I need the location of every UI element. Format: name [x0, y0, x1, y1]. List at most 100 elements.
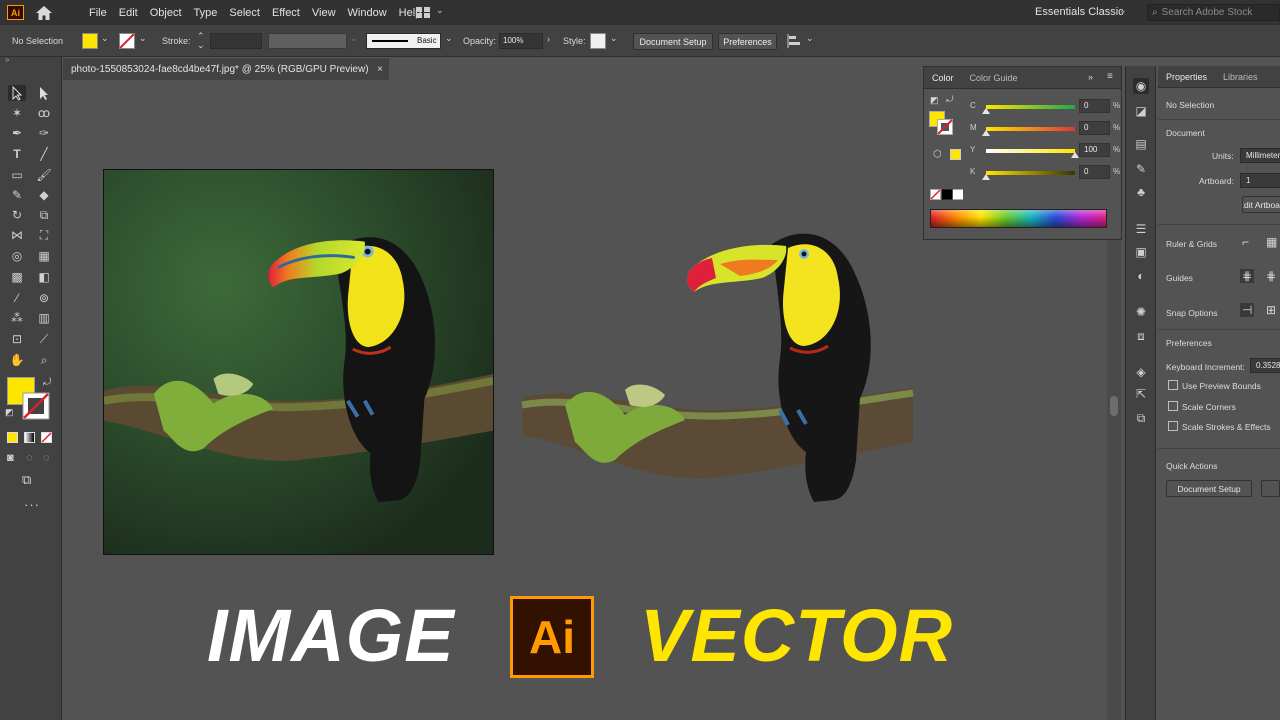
draw-normal-icon[interactable]: ◙	[7, 452, 14, 464]
none-mode-icon[interactable]	[41, 432, 52, 443]
menu-object[interactable]: Object	[150, 7, 182, 19]
free-transform-icon[interactable]: ⛶	[35, 227, 53, 243]
channel-value[interactable]: 0	[1079, 165, 1110, 179]
document-tab[interactable]: photo-1550853024-fae8cd4be47f.jpg* @ 25%…	[63, 57, 389, 80]
stroke-none-swatch[interactable]	[119, 33, 135, 49]
fill-swatch[interactable]	[82, 33, 98, 49]
screen-mode-icon[interactable]: ⧉	[22, 472, 31, 488]
draw-inside-icon[interactable]: ◌	[43, 452, 50, 464]
slider-thumb[interactable]	[982, 130, 990, 136]
layers-icon[interactable]: ◈	[1133, 364, 1149, 380]
document-setup-button[interactable]: Document Setup	[1166, 480, 1252, 497]
rectangle-tool-icon[interactable]: ▭	[8, 167, 26, 183]
channel-value[interactable]: 0	[1079, 121, 1110, 135]
menu-edit[interactable]: Edit	[119, 7, 138, 19]
menu-type[interactable]: Type	[194, 7, 218, 19]
gradient-icon[interactable]: ▣	[1133, 244, 1149, 260]
channel-value[interactable]: 0	[1079, 99, 1110, 113]
stepper-icon[interactable]: ⌃ ⌄	[197, 32, 205, 50]
slider-thumb[interactable]	[982, 108, 990, 114]
tab-libraries[interactable]: Libraries	[1215, 72, 1266, 82]
toucan-vector[interactable]	[520, 230, 920, 520]
brushes-icon[interactable]: ✎	[1133, 161, 1149, 177]
color-spectrum[interactable]	[930, 209, 1107, 228]
graphic-styles-icon[interactable]: ◪	[1133, 103, 1149, 119]
default-colors-icon[interactable]: ◩	[5, 407, 14, 418]
variable-width-profile[interactable]	[268, 33, 347, 49]
color-mode-icon[interactable]	[7, 432, 18, 443]
direct-selection-tool-icon[interactable]	[35, 85, 53, 101]
chevron-down-icon[interactable]: ⌄	[806, 33, 814, 44]
graphic-style-swatch[interactable]	[590, 33, 606, 49]
slider-thumb[interactable]	[982, 174, 990, 180]
units-select[interactable]: Millimeters	[1240, 148, 1280, 163]
stroke-weight-field[interactable]	[210, 33, 262, 49]
menu-file[interactable]: File	[89, 7, 107, 19]
menu-effect[interactable]: Effect	[272, 7, 300, 19]
align-icon[interactable]	[787, 33, 803, 49]
export-icon[interactable]: ⇱	[1133, 386, 1149, 402]
slider-track[interactable]	[986, 127, 1075, 131]
blend-tool-icon[interactable]: ⊚	[35, 290, 53, 306]
scale-strokes-checkbox[interactable]	[1168, 421, 1178, 431]
stroke-swatch[interactable]	[937, 119, 953, 135]
quick-swatches[interactable]	[930, 189, 964, 200]
snap-to-pixel-icon[interactable]: ⊞	[1266, 303, 1276, 317]
magic-wand-icon[interactable]: ✶	[8, 105, 26, 121]
symbol-sprayer-icon[interactable]: ⁂	[8, 310, 26, 326]
snap-to-point-icon[interactable]: ⊣	[1240, 303, 1255, 317]
rotate-tool-icon[interactable]: ↻	[8, 207, 26, 223]
stroke-icon[interactable]: ☰	[1133, 221, 1149, 237]
yellow-slider[interactable]: Y 100 %	[970, 143, 1120, 159]
slider-track[interactable]	[986, 171, 1075, 175]
guides-icon[interactable]: ⋕	[1240, 269, 1255, 283]
menu-window[interactable]: Window	[348, 7, 387, 19]
document-setup-button[interactable]: Document Setup	[633, 33, 713, 50]
preferences-button[interactable]: Preferences	[718, 33, 777, 50]
transparency-icon[interactable]: ◐	[1133, 268, 1149, 284]
scale-tool-icon[interactable]: ⧉	[35, 207, 53, 223]
artboard-select[interactable]: 1	[1240, 173, 1280, 188]
workspace-switcher[interactable]: Essentials Classic	[1035, 6, 1124, 18]
arrange-documents-icon[interactable]	[415, 6, 431, 19]
chevron-down-icon[interactable]: ⌄	[610, 33, 618, 44]
chevron-down-icon[interactable]: ⌄	[445, 33, 453, 44]
eraser-icon[interactable]: ◆	[35, 187, 53, 203]
chevron-down-icon[interactable]: ⌄	[139, 33, 147, 44]
zoom-tool-icon[interactable]: ⌕	[35, 352, 53, 368]
close-icon[interactable]: ×	[377, 64, 383, 75]
home-icon[interactable]	[35, 5, 53, 21]
slider-thumb[interactable]	[1071, 152, 1079, 158]
panel-menu-icon[interactable]: ≡	[1107, 71, 1113, 82]
selection-tool-icon[interactable]	[8, 85, 26, 101]
grid-icon[interactable]: ▦	[1266, 235, 1277, 249]
magenta-slider[interactable]: M 0 %	[970, 121, 1120, 137]
use-preview-bounds-checkbox[interactable]	[1168, 380, 1178, 390]
smart-guides-icon[interactable]: ⋕	[1266, 269, 1276, 283]
tab-color-guide[interactable]: Color Guide	[962, 73, 1026, 83]
stroke-color-icon[interactable]	[22, 392, 50, 420]
scale-corners-checkbox[interactable]	[1168, 401, 1178, 411]
last-color-swatch[interactable]	[950, 149, 961, 160]
artboard-tool-icon[interactable]: ⊡	[8, 331, 26, 347]
eyedropper-icon[interactable]: ⁄	[8, 290, 26, 306]
scrollbar-thumb[interactable]	[1110, 396, 1118, 416]
slice-tool-icon[interactable]: ⟋	[35, 331, 53, 347]
brush-definition[interactable]: Basic	[366, 33, 441, 49]
swap-fill-stroke-icon[interactable]: ⤾	[946, 94, 954, 105]
lasso-icon[interactable]: ꝏ	[35, 105, 53, 121]
cyan-slider[interactable]: C 0 %	[970, 99, 1120, 115]
toucan-photo[interactable]	[103, 169, 494, 555]
color-panel-icon[interactable]: ✺	[1133, 304, 1149, 320]
image-trace-icon[interactable]: ⧈	[1133, 328, 1149, 344]
draw-behind-icon[interactable]: ◌	[26, 452, 33, 464]
more-tools-icon[interactable]: ···	[24, 497, 40, 512]
mesh-tool-icon[interactable]: ▩	[8, 269, 26, 285]
pen-tool-icon[interactable]: ✒	[8, 125, 26, 141]
slider-track[interactable]	[986, 105, 1075, 109]
shaper-tool-icon[interactable]: ✎	[8, 187, 26, 203]
chevron-down-icon[interactable]: ⌄	[436, 5, 444, 16]
menu-select[interactable]: Select	[229, 7, 260, 19]
shape-builder-icon[interactable]: ◎	[8, 248, 26, 264]
hand-tool-icon[interactable]: ✋	[8, 352, 26, 368]
